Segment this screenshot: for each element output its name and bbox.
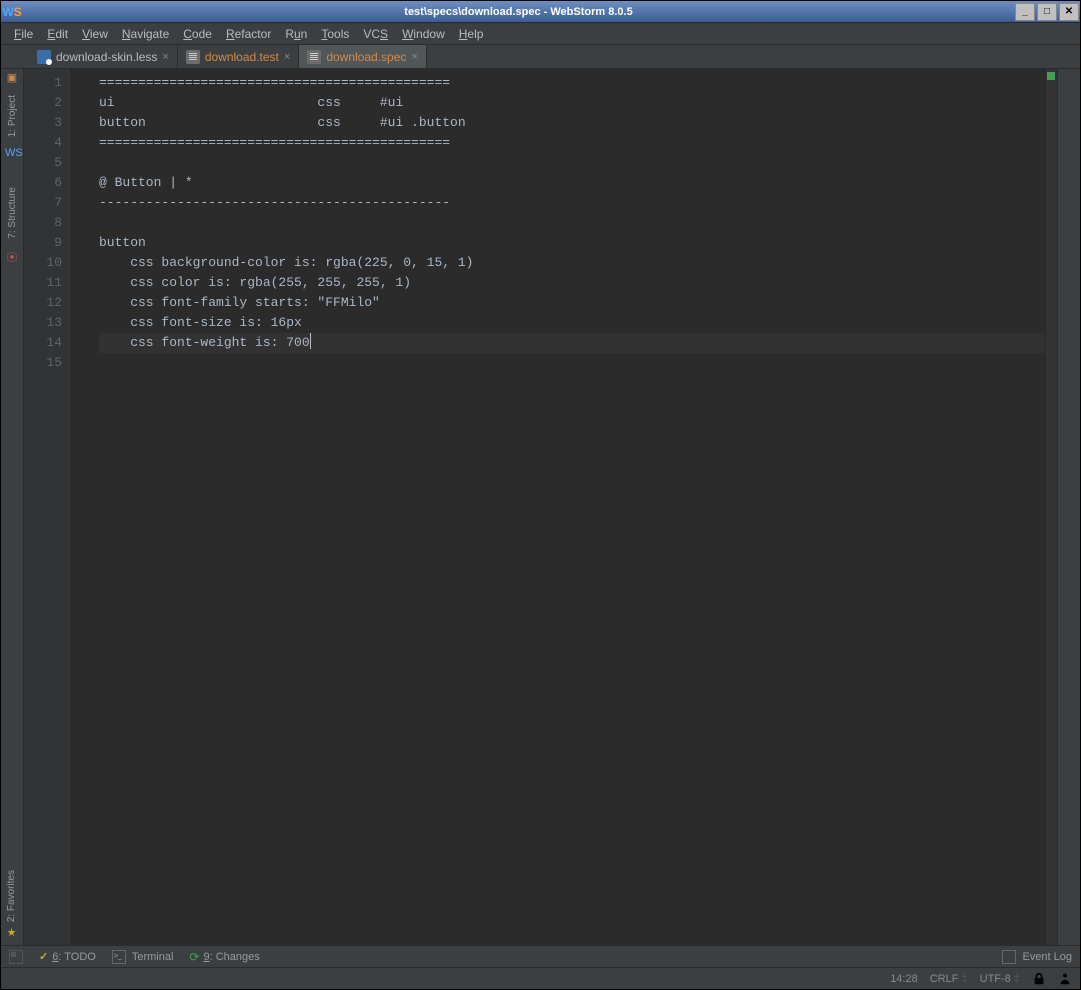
code-line[interactable]: ui css #ui	[99, 93, 1045, 113]
text-file-icon	[307, 50, 321, 64]
close-tab-icon[interactable]: ×	[162, 51, 168, 63]
code-line[interactable]	[99, 153, 1045, 173]
main-area: ▣ 1: Project WS 7: Structure ⦿ 123456789…	[1, 69, 1080, 945]
tab-label: download-skin.less	[56, 50, 157, 64]
favorites-tool-label[interactable]: 2: Favorites	[6, 870, 17, 922]
code-line[interactable]: css font-family starts: "FFMilo"	[99, 293, 1045, 313]
inspection-ok-icon	[1047, 72, 1055, 80]
structure-tool-label[interactable]: 7: Structure	[7, 183, 18, 243]
titlebar: WS test\specs\download.spec - WebStorm 8…	[1, 1, 1080, 23]
line-number-gutter: 123456789101112131415	[24, 69, 71, 945]
tab-download-test[interactable]: download.test ×	[178, 45, 300, 68]
todo-icon: ✓	[39, 950, 48, 963]
menu-help[interactable]: Help	[452, 25, 491, 43]
inspector-icon[interactable]	[1058, 972, 1072, 986]
close-tab-icon[interactable]: ×	[284, 51, 290, 63]
changes-icon: ⟳	[189, 950, 199, 964]
menu-view[interactable]: View	[75, 25, 115, 43]
left-tool-stripe: ▣ 1: Project WS 7: Structure ⦿	[1, 69, 24, 945]
ws-tool-icon[interactable]: WS	[5, 147, 19, 161]
code-line[interactable]: ========================================…	[99, 73, 1045, 93]
close-button[interactable]: ✕	[1059, 3, 1079, 21]
menu-tools[interactable]: Tools	[314, 25, 356, 43]
tab-label: download.spec	[326, 50, 406, 64]
code-line[interactable]	[99, 353, 1045, 373]
menu-vcs[interactable]: VCS	[356, 25, 395, 43]
bottom-tool-bar: ✓6: TODO Terminal ⟳9: Changes Event Log	[1, 945, 1080, 967]
code-line[interactable]	[99, 213, 1045, 233]
code-line[interactable]: button	[99, 233, 1045, 253]
tool-window-toggle-icon[interactable]	[9, 950, 23, 964]
minimize-button[interactable]: _	[1015, 3, 1035, 21]
event-log-button[interactable]: Event Log	[1002, 950, 1072, 964]
code-line[interactable]: css font-weight is: 700	[99, 333, 1045, 353]
menu-code[interactable]: Code	[176, 25, 219, 43]
menu-run[interactable]: Run	[278, 25, 314, 43]
terminal-tool-button[interactable]: Terminal	[112, 950, 174, 964]
tab-label: download.test	[205, 50, 279, 64]
code-line[interactable]: ========================================…	[99, 133, 1045, 153]
line-separator[interactable]: CRLF ‡	[930, 973, 968, 985]
right-tool-stripe	[1057, 69, 1080, 945]
menu-window[interactable]: Window	[395, 25, 452, 43]
code-editor[interactable]: ========================================…	[71, 69, 1045, 945]
event-log-icon	[1002, 950, 1016, 964]
left-bottom-tool-stripe: 2: Favorites ★	[0, 870, 23, 946]
code-line[interactable]: css font-size is: 16px	[99, 313, 1045, 333]
favorites-star-icon[interactable]: ★	[5, 926, 19, 940]
window-title: test\specs\download.spec - WebStorm 8.0.…	[23, 6, 1014, 18]
project-tool-icon[interactable]: ▣	[5, 71, 19, 85]
editor-pane: 123456789101112131415 ==================…	[24, 69, 1057, 945]
code-line[interactable]: button css #ui .button	[99, 113, 1045, 133]
text-file-icon	[186, 50, 200, 64]
tab-download-spec[interactable]: download.spec ×	[299, 45, 427, 68]
code-line[interactable]: @ Button | *	[99, 173, 1045, 193]
tab-download-skin-less[interactable]: download-skin.less ×	[29, 45, 178, 68]
terminal-icon	[112, 950, 126, 964]
cursor-position: 14:28	[890, 973, 918, 985]
menu-navigate[interactable]: Navigate	[115, 25, 176, 43]
code-line[interactable]: css color is: rgba(255, 255, 255, 1)	[99, 273, 1045, 293]
menu-refactor[interactable]: Refactor	[219, 25, 278, 43]
project-tool-label[interactable]: 1: Project	[7, 91, 18, 141]
less-file-icon	[37, 50, 51, 64]
todo-tool-button[interactable]: ✓6: TODO	[39, 950, 96, 963]
code-line[interactable]: ----------------------------------------…	[99, 193, 1045, 213]
editor-tabs: download-skin.less × download.test × dow…	[1, 45, 1080, 69]
app-logo: WS	[1, 5, 23, 19]
menu-edit[interactable]: Edit	[40, 25, 75, 43]
structure-tool-icon[interactable]: ⦿	[5, 249, 19, 263]
code-line[interactable]: css background-color is: rgba(225, 0, 15…	[99, 253, 1045, 273]
error-stripe[interactable]	[1045, 69, 1057, 945]
changes-tool-button[interactable]: ⟳9: Changes	[189, 950, 259, 964]
window-controls: _ □ ✕	[1014, 2, 1080, 22]
file-encoding[interactable]: UTF-8 ‡	[980, 973, 1020, 985]
lock-icon[interactable]	[1032, 972, 1046, 986]
menubar: File Edit View Navigate Code Refactor Ru…	[1, 23, 1080, 45]
status-bar: 14:28 CRLF ‡ UTF-8 ‡	[1, 967, 1080, 989]
close-tab-icon[interactable]: ×	[411, 51, 417, 63]
maximize-button[interactable]: □	[1037, 3, 1057, 21]
menu-file[interactable]: File	[7, 25, 40, 43]
